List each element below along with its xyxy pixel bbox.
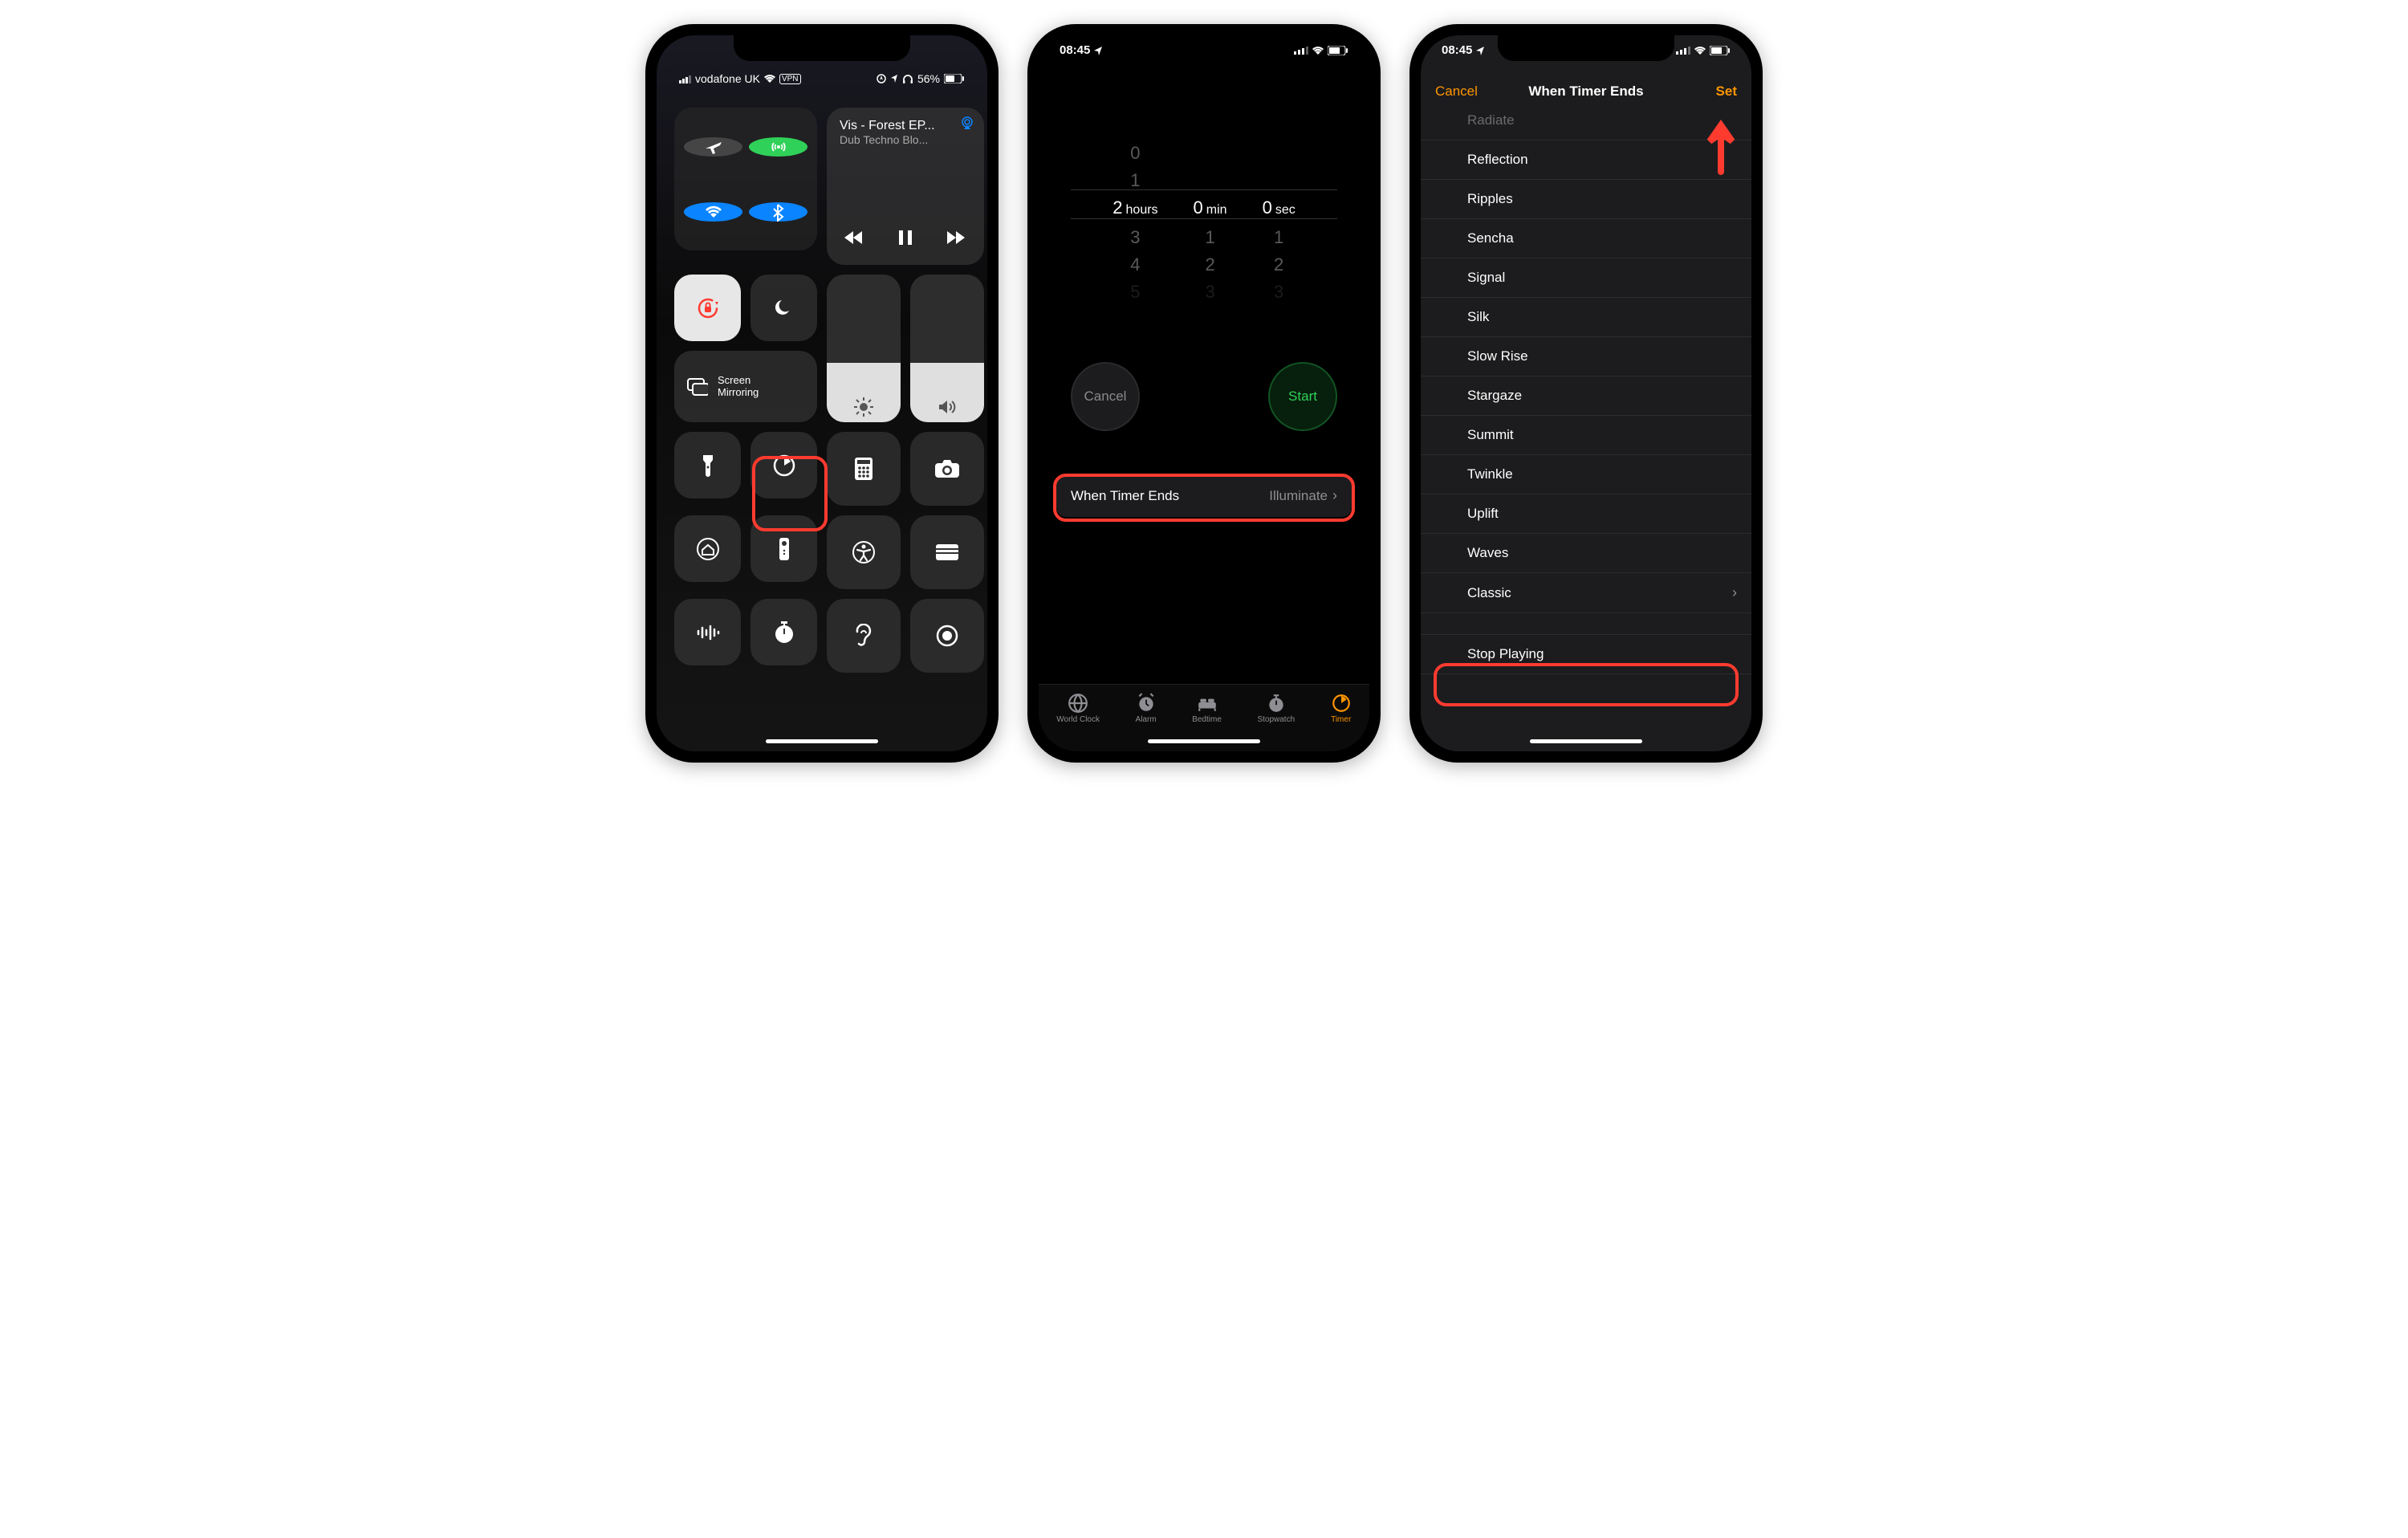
phone-1: vodafone UK VPN 56% Vis - Forest EP... D… — [645, 24, 999, 763]
notch — [734, 35, 910, 61]
brightness-slider[interactable] — [827, 275, 901, 422]
control-center-grid: Vis - Forest EP... Dub Techno Blo... Scr… — [657, 35, 987, 637]
cancel-button[interactable]: Cancel — [1435, 83, 1528, 100]
now-playing-panel[interactable]: Vis - Forest EP... Dub Techno Blo... — [827, 108, 984, 265]
wte-label: When Timer Ends — [1071, 488, 1179, 504]
list-item[interactable]: Waves — [1421, 534, 1751, 573]
list-item[interactable]: Uplift — [1421, 494, 1751, 534]
list-item[interactable]: Slow Rise — [1421, 337, 1751, 376]
list-item[interactable]: Silk — [1421, 298, 1751, 337]
mirroring-label: Screen Mirroring — [718, 375, 759, 399]
seconds-column[interactable]: 0sec 123 — [1263, 140, 1296, 306]
start-button[interactable]: Start — [1268, 362, 1337, 431]
orientation-lock-toggle[interactable] — [674, 275, 741, 341]
duration-picker[interactable]: 01 2hours 345 0min 123 0sec 123 — [1039, 140, 1369, 306]
list-item[interactable]: Summit — [1421, 416, 1751, 455]
phone-3: 08:45 Cancel When Timer Ends Set Radiate… — [1409, 24, 1763, 763]
connectivity-panel — [674, 108, 817, 250]
wifi-icon — [1312, 46, 1324, 55]
list-item[interactable]: Signal — [1421, 258, 1751, 298]
list-item[interactable]: Stargaze — [1421, 376, 1751, 416]
list-item[interactable]: Twinkle — [1421, 455, 1751, 494]
tab-timer[interactable]: Timer — [1331, 693, 1352, 724]
nav-title: When Timer Ends — [1528, 83, 1643, 100]
location-icon — [1093, 46, 1103, 55]
home-indicator[interactable] — [1530, 739, 1642, 743]
timer-button[interactable] — [750, 432, 817, 498]
tab-world-clock[interactable]: World Clock — [1056, 693, 1100, 724]
home-button[interactable] — [674, 515, 741, 582]
screen-record-button[interactable] — [910, 599, 984, 673]
timer-sound-screen: 08:45 Cancel When Timer Ends Set Radiate… — [1421, 35, 1751, 751]
set-button[interactable]: Set — [1644, 83, 1737, 100]
list-item[interactable]: Sencha — [1421, 219, 1751, 258]
camera-button[interactable] — [910, 432, 984, 506]
cellular-icon — [1294, 46, 1308, 55]
tab-alarm[interactable]: Alarm — [1136, 693, 1157, 724]
list-item-classic[interactable]: Classic› — [1421, 573, 1751, 613]
home-indicator[interactable] — [766, 739, 878, 743]
list-item-stop-playing[interactable]: Stop Playing — [1421, 634, 1751, 674]
volume-slider[interactable] — [910, 275, 984, 422]
hearing-button[interactable] — [827, 599, 901, 673]
tab-bedtime[interactable]: Bedtime — [1192, 693, 1222, 724]
arrow-to-set-icon — [1681, 116, 1737, 180]
wallet-button[interactable] — [910, 515, 984, 589]
tab-stopwatch[interactable]: Stopwatch — [1257, 693, 1295, 724]
notch — [1498, 35, 1674, 61]
wifi-toggle[interactable] — [684, 202, 742, 222]
when-timer-ends-button[interactable]: When Timer Ends Illuminate› — [1056, 474, 1352, 517]
location-icon — [1475, 46, 1485, 55]
cellular-toggle[interactable] — [749, 137, 807, 157]
audio-recognition-button[interactable] — [674, 599, 741, 665]
minutes-column[interactable]: 0min 123 — [1194, 140, 1227, 306]
cellular-icon — [1676, 46, 1690, 55]
accessibility-button[interactable] — [827, 515, 901, 589]
notch — [1116, 35, 1292, 61]
battery-icon — [1710, 46, 1731, 55]
rewind-button[interactable] — [844, 230, 864, 250]
chevron-right-icon: › — [1732, 584, 1737, 601]
battery-icon — [1328, 46, 1348, 55]
sound-list[interactable]: Radiate Reflection Ripples Sencha Signal… — [1421, 108, 1751, 751]
media-subtitle: Dub Techno Blo... — [840, 133, 971, 146]
hours-column[interactable]: 01 2hours 345 — [1112, 140, 1157, 306]
nav-bar: Cancel When Timer Ends Set — [1421, 75, 1751, 108]
bluetooth-toggle[interactable] — [749, 202, 807, 222]
screen-mirroring-button[interactable]: Screen Mirroring — [674, 351, 817, 422]
phone-2: 08:45 01 2hours 345 0min 123 0sec 12 — [1027, 24, 1381, 763]
chevron-right-icon: › — [1332, 487, 1337, 504]
control-center-screen: vodafone UK VPN 56% Vis - Forest EP... D… — [657, 35, 987, 751]
stopwatch-button[interactable] — [750, 599, 817, 665]
cancel-button[interactable]: Cancel — [1071, 362, 1140, 431]
clock-time: 08:45 — [1060, 43, 1090, 57]
remote-button[interactable] — [750, 515, 817, 582]
media-title: Vis - Forest EP... — [840, 119, 971, 133]
calculator-button[interactable] — [827, 432, 901, 506]
mirroring-icon — [687, 378, 708, 396]
flashlight-button[interactable] — [674, 432, 741, 498]
wte-value: Illuminate — [1269, 488, 1328, 504]
forward-button[interactable] — [947, 230, 966, 250]
do-not-disturb-toggle[interactable] — [750, 275, 817, 341]
list-item[interactable]: Ripples — [1421, 180, 1751, 219]
airplay-icon[interactable] — [960, 116, 974, 134]
timer-screen: 08:45 01 2hours 345 0min 123 0sec 12 — [1039, 35, 1369, 751]
wifi-icon — [1694, 46, 1706, 55]
airplane-toggle[interactable] — [684, 137, 742, 157]
pause-button[interactable] — [898, 230, 913, 250]
home-indicator[interactable] — [1148, 739, 1260, 743]
clock-time: 08:45 — [1442, 43, 1472, 57]
